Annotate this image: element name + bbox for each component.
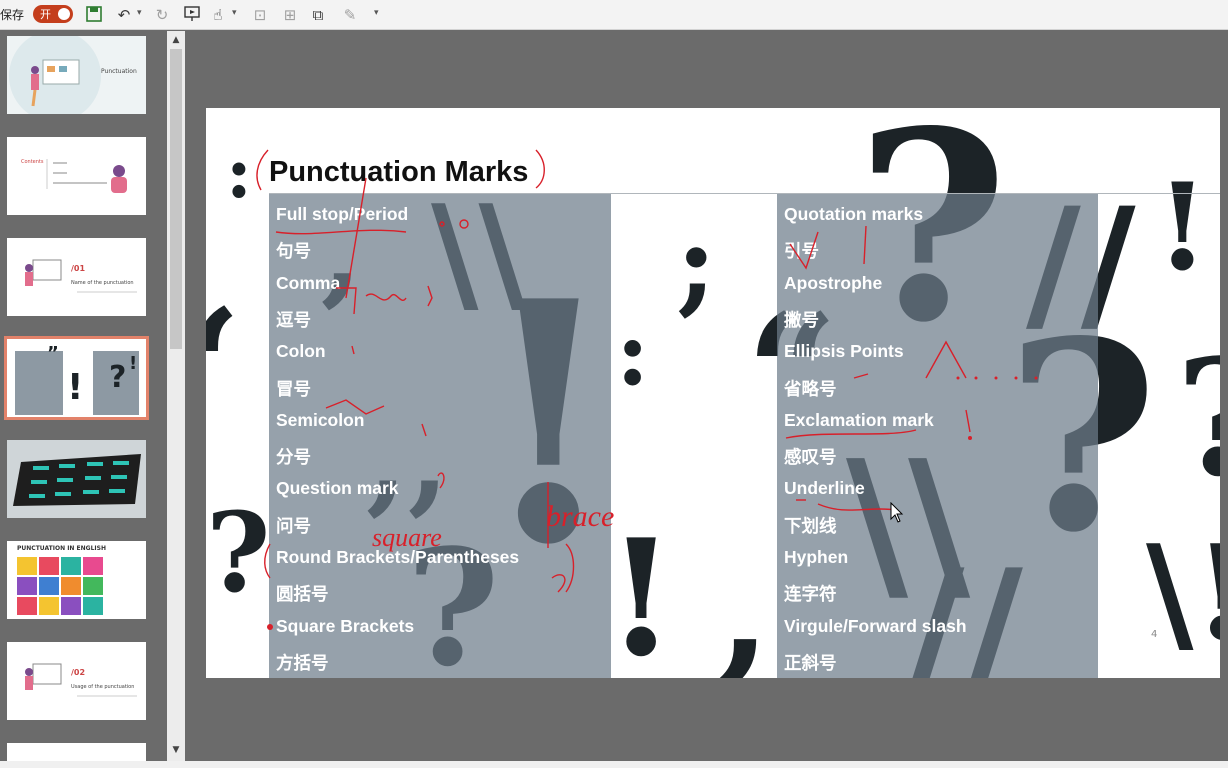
right-punctuation-item: Quotation marks <box>784 204 924 224</box>
scroll-up-icon[interactable]: ▲ <box>169 33 183 47</box>
slide3-number: /01 <box>71 264 86 273</box>
slide1-title: Punctuation <box>101 68 137 75</box>
ungroup-icon[interactable]: ⊞ <box>280 5 300 25</box>
left-punctuation-item: 句号 <box>276 241 311 262</box>
left-punctuation-item: 问号 <box>276 515 311 536</box>
slide-thumbnail-3[interactable]: /01 Name of the punctuation <box>7 238 146 316</box>
svg-text:!: ! <box>67 367 83 408</box>
bg-open-quote-icon: ‘ <box>206 288 242 448</box>
touch-mode-icon[interactable]: ☝ <box>208 5 228 25</box>
current-slide[interactable]: ’ ” ” ? : \\ ‘ ’ ! ; : ,, “ ? ! // ? ? ?… <box>206 108 1220 678</box>
bg-colon-icon: : <box>226 131 252 214</box>
left-punctuation-item: 圆括号 <box>276 584 329 605</box>
format-shape-icon[interactable]: ⧉ <box>308 5 328 25</box>
slide7-number: /02 <box>71 668 86 677</box>
left-punctuation-item: 分号 <box>276 447 311 468</box>
left-punctuation-item: Comma <box>276 272 341 293</box>
autosave-toggle-label: 开 <box>40 8 51 21</box>
slide6-grid-icon <box>17 557 103 615</box>
title-divider <box>269 193 1220 194</box>
left-punctuation-item: Question mark <box>276 478 399 499</box>
right-punctuation-item: 撇号 <box>784 309 819 330</box>
slide5-preview-icon <box>7 440 146 518</box>
left-punctuation-item: 逗号 <box>276 309 311 330</box>
save-icon[interactable] <box>84 5 104 25</box>
right-punctuation-item: Virgule/Forward slash <box>784 615 967 636</box>
bg-question-icon-4: ? <box>206 488 271 617</box>
slide-thumbnail-2[interactable]: Contents <box>7 137 146 215</box>
undo-dropdown-icon[interactable]: ▾ <box>137 8 142 18</box>
slide-thumbnail-1[interactable]: Punctuation <box>7 36 146 114</box>
slide-thumbnail-7[interactable]: /02 Usage of the punctuation <box>7 642 146 720</box>
right-punctuation-item: 感叹号 <box>784 447 837 468</box>
mouse-cursor-icon <box>890 502 904 523</box>
touch-dropdown-icon[interactable]: ▾ <box>232 8 237 18</box>
left-punctuation-item: Round Brackets/Parentheses <box>276 547 520 567</box>
slide-thumbnails-pane: Punctuation Contents /01 Name of the pun… <box>0 31 166 761</box>
scroll-down-icon[interactable]: ▼ <box>169 743 183 757</box>
right-punctuation-item: Ellipsis Points <box>784 341 904 362</box>
right-punctuation-item: 正斜号 <box>784 652 837 673</box>
svg-text:”: ” <box>47 343 59 364</box>
autosave-label: 保存 <box>0 8 25 22</box>
slide-title[interactable]: Punctuation Marks <box>269 156 528 189</box>
redo-icon[interactable]: ↻ <box>152 5 172 25</box>
slide2-illustration-icon <box>46 159 127 193</box>
right-punctuation-item: Exclamation mark <box>784 409 934 430</box>
present-icon[interactable] <box>182 5 202 25</box>
bg-question-icon-3: ? <box>1176 338 1220 498</box>
slide1-illustration-icon <box>9 36 101 114</box>
bg-apostrophe-icon: ’ <box>336 108 368 166</box>
left-punctuation-item: Full stop/Period <box>276 204 409 224</box>
status-bar <box>0 761 1228 768</box>
group-icon[interactable]: ⊡ <box>250 5 270 25</box>
slide7-text: Usage of the punctuation <box>71 684 135 690</box>
slide3-text: Name of the punctuation <box>71 280 134 286</box>
slide-thumbnail-8[interactable] <box>7 743 146 761</box>
page-number: 4 <box>1151 629 1158 640</box>
customize-toolbar-icon[interactable]: ▾ <box>374 8 379 18</box>
left-punctuation-item: 冒号 <box>276 378 311 399</box>
bg-exclamation-icon-2: ! <box>1156 157 1209 298</box>
bg-colon-icon-2: : <box>616 300 650 406</box>
bg-exclamation-icon-3: ! <box>606 504 677 678</box>
right-punctuation-item: Apostrophe <box>784 272 883 293</box>
autosave-toggle[interactable]: 开 <box>33 5 73 23</box>
right-punctuation-item: 下划线 <box>784 515 837 536</box>
slide3-illustration-icon <box>25 259 137 293</box>
slide-thumbnail-6[interactable]: PUNCTUATION IN ENGLISH <box>7 541 146 619</box>
slide-thumbnail-4[interactable]: ! ? ” ! <box>4 336 149 420</box>
slide7-illustration-icon <box>25 663 137 697</box>
undo-icon[interactable]: ↶ <box>114 5 134 25</box>
left-punctuation-item: Colon <box>276 341 326 362</box>
svg-text:?: ? <box>109 360 126 395</box>
toggle-knob <box>58 8 70 20</box>
right-punctuation-item: Underline <box>784 478 865 499</box>
right-punctuation-item: 省略号 <box>784 378 837 399</box>
scrollbar-thumb[interactable] <box>170 49 182 349</box>
svg-text:!: ! <box>129 353 137 374</box>
right-punctuation-item: 连字符 <box>784 584 837 605</box>
left-punctuation-item: Square Brackets <box>276 615 415 636</box>
quick-access-toolbar: 保存 开 ↶ ▾ ↻ ☝ ▾ ⊡ ⊞ ⧉ ✎ ▾ <box>0 0 1228 30</box>
slide-thumbnail-5[interactable] <box>7 440 146 518</box>
right-punctuation-item: Hyphen <box>784 547 849 567</box>
bg-semicolon-icon: ; <box>676 198 717 327</box>
slide4-preview-icon: ! ? ” ! <box>15 343 139 415</box>
thumbnails-scrollbar[interactable]: ▲ ▼ <box>167 31 185 761</box>
right-punctuation-item: 引号 <box>784 241 819 262</box>
left-punctuation-item: Semicolon <box>276 409 365 430</box>
bg-comma-icon-2: , <box>716 514 772 678</box>
draw-icon[interactable]: ✎ <box>340 5 360 25</box>
left-punctuation-item: 方括号 <box>276 652 329 673</box>
